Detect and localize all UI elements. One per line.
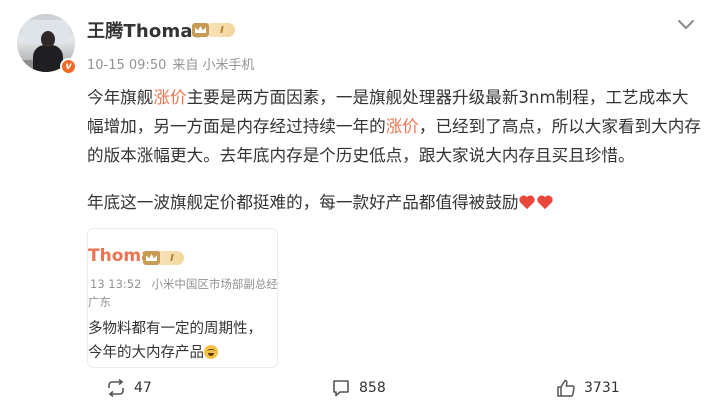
hashtag-link[interactable]: 涨价 <box>386 117 419 136</box>
grin-emoji-icon <box>204 345 218 359</box>
quoted-text-line: 多物料都有一定的周期性， <box>88 321 262 337</box>
post-timestamp[interactable]: 10-15 09:50 <box>87 58 166 73</box>
crown-icon <box>143 251 160 265</box>
avatar[interactable]: v <box>17 14 77 75</box>
avatar-figure-body <box>33 45 63 72</box>
heart-icon <box>519 195 536 210</box>
level-badge[interactable]: I <box>209 23 235 37</box>
quoted-location: 广东 <box>88 295 111 309</box>
quoted-text: 多物料都有一定的周期性， 今年的大内存产品 <box>88 317 262 365</box>
author-name[interactable]: 王腾Thomas <box>87 17 204 43</box>
crown-icon <box>192 23 209 37</box>
comment-count: 858 <box>359 380 386 396</box>
like-button[interactable]: 3731 <box>556 378 620 398</box>
verified-icon: v <box>60 58 77 75</box>
post-text-segment: 年底这一波旗舰定价都挺难的，每一款好产品都值得被鼓励 <box>87 193 519 212</box>
post-source: 来自 小米手机 <box>172 58 255 73</box>
post-text-segment: 今年旗舰 <box>87 88 154 107</box>
quoted-meta: 13 13:52 小米中国区市场部副总经 <box>90 276 278 292</box>
like-icon <box>557 379 575 397</box>
avatar-figure-head <box>41 31 55 47</box>
comment-button[interactable]: 858 <box>331 378 386 398</box>
heart-icon <box>537 195 554 210</box>
chevron-down-icon[interactable] <box>677 16 695 30</box>
post-meta: 10-15 09:50 来自 小米手机 <box>87 54 255 73</box>
action-bar: 47 858 3731 <box>0 378 704 402</box>
repost-count: 47 <box>134 380 152 396</box>
quoted-post-card[interactable]: Thomas I 13 13:52 小米中国区市场部副总经 广东 多物料都有一定的… <box>87 228 278 368</box>
level-badge: I <box>160 251 184 265</box>
quoted-text-segment: 今年的大内存产品 <box>88 345 204 361</box>
quoted-author-title: 小米中国区市场部副总经 <box>151 277 278 291</box>
repost-icon <box>108 378 124 398</box>
post-body-line2: 年底这一波旗舰定价都挺难的，每一款好产品都值得被鼓励 <box>87 188 554 217</box>
quoted-text-line-2: 今年的大内存产品 <box>88 341 262 365</box>
comment-icon <box>333 380 349 397</box>
like-count: 3731 <box>584 380 620 396</box>
post-body: 今年旗舰涨价主要是两方面因素，一是旗舰处理器升级最新3nm制程，工艺成本大幅增加… <box>87 83 702 170</box>
hashtag-link[interactable]: 涨价 <box>153 88 186 107</box>
quoted-date: 13 13:52 <box>90 277 142 291</box>
repost-button[interactable]: 47 <box>106 378 152 398</box>
